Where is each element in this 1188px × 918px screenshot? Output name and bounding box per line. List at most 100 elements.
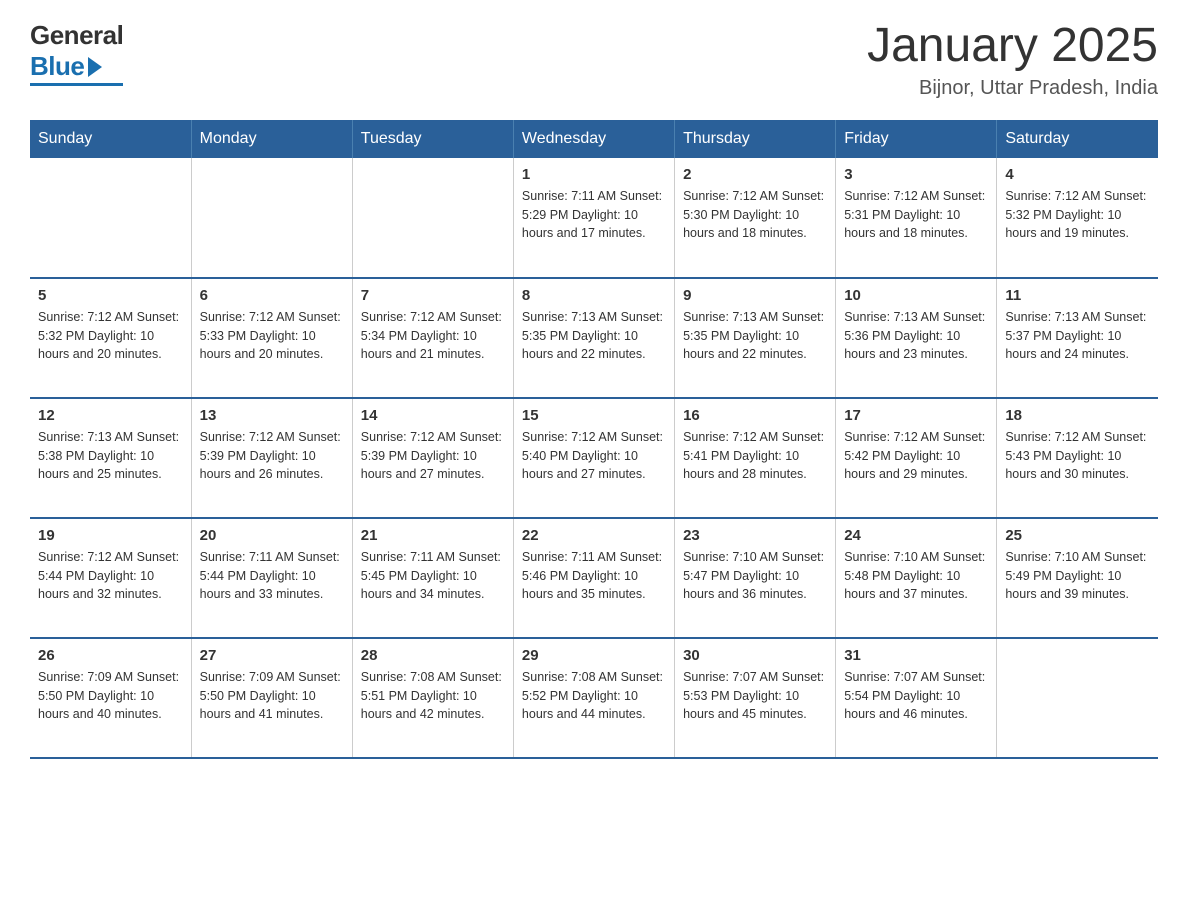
day-info: Sunrise: 7:11 AM Sunset: 5:29 PM Dayligh… xyxy=(522,187,666,243)
calendar-cell xyxy=(352,158,513,278)
logo: General Blue xyxy=(30,20,123,86)
header-sunday: Sunday xyxy=(30,120,191,158)
calendar-cell: 10 Sunrise: 7:13 AM Sunset: 5:36 PM Dayli… xyxy=(836,278,997,398)
day-info: Sunrise: 7:12 AM Sunset: 5:39 PM Dayligh… xyxy=(200,428,344,484)
day-number: 1 xyxy=(522,166,666,183)
calendar-cell: 31 Sunrise: 7:07 AM Sunset: 5:54 PM Dayli… xyxy=(836,638,997,758)
day-info: Sunrise: 7:12 AM Sunset: 5:44 PM Dayligh… xyxy=(38,548,183,604)
calendar-cell: 4 Sunrise: 7:12 AM Sunset: 5:32 PM Daylig… xyxy=(997,158,1158,278)
header-monday: Monday xyxy=(191,120,352,158)
day-number: 3 xyxy=(844,166,988,183)
calendar-cell xyxy=(997,638,1158,758)
day-number: 19 xyxy=(38,527,183,544)
calendar-cell: 18Sunrise: 7:12 AM Sunset: 5:43 PM Dayli… xyxy=(997,398,1158,518)
day-number: 8 xyxy=(522,287,666,304)
calendar-cell: 21 Sunrise: 7:11 AM Sunset: 5:45 PM Dayli… xyxy=(352,518,513,638)
calendar-cell: 9 Sunrise: 7:13 AM Sunset: 5:35 PM Daylig… xyxy=(675,278,836,398)
day-number: 29 xyxy=(522,647,666,664)
day-number: 31 xyxy=(844,647,988,664)
day-number: 16 xyxy=(683,407,827,424)
day-number: 5 xyxy=(38,287,183,304)
day-info: Sunrise: 7:12 AM Sunset: 5:33 PM Dayligh… xyxy=(200,308,344,364)
calendar-week-3: 12 Sunrise: 7:13 AM Sunset: 5:38 PM Dayli… xyxy=(30,398,1158,518)
day-info: Sunrise: 7:12 AM Sunset: 5:32 PM Dayligh… xyxy=(1005,187,1150,243)
day-info: Sunrise: 7:12 AM Sunset: 5:32 PM Dayligh… xyxy=(38,308,183,364)
day-info: Sunrise: 7:07 AM Sunset: 5:53 PM Dayligh… xyxy=(683,668,827,724)
day-number: 20 xyxy=(200,527,344,544)
day-number: 11 xyxy=(1005,287,1150,304)
day-number: 26 xyxy=(38,647,183,664)
logo-blue-text: Blue xyxy=(30,51,84,82)
day-number: 24 xyxy=(844,527,988,544)
day-number: 4 xyxy=(1005,166,1150,183)
header-friday: Friday xyxy=(836,120,997,158)
calendar-cell: 28Sunrise: 7:08 AM Sunset: 5:51 PM Dayli… xyxy=(352,638,513,758)
day-info: Sunrise: 7:11 AM Sunset: 5:45 PM Dayligh… xyxy=(361,548,505,604)
calendar-cell: 27Sunrise: 7:09 AM Sunset: 5:50 PM Dayli… xyxy=(191,638,352,758)
day-number: 12 xyxy=(38,407,183,424)
day-number: 10 xyxy=(844,287,988,304)
header-thursday: Thursday xyxy=(675,120,836,158)
month-title: January 2025 xyxy=(867,20,1158,73)
day-number: 23 xyxy=(683,527,827,544)
day-number: 27 xyxy=(200,647,344,664)
calendar-week-2: 5 Sunrise: 7:12 AM Sunset: 5:32 PM Daylig… xyxy=(30,278,1158,398)
day-number: 2 xyxy=(683,166,827,183)
day-info: Sunrise: 7:13 AM Sunset: 5:38 PM Dayligh… xyxy=(38,428,183,484)
calendar-cell: 8 Sunrise: 7:13 AM Sunset: 5:35 PM Daylig… xyxy=(513,278,674,398)
day-info: Sunrise: 7:08 AM Sunset: 5:52 PM Dayligh… xyxy=(522,668,666,724)
day-info: Sunrise: 7:13 AM Sunset: 5:35 PM Dayligh… xyxy=(522,308,666,364)
calendar-week-1: 1 Sunrise: 7:11 AM Sunset: 5:29 PM Daylig… xyxy=(30,158,1158,278)
day-number: 6 xyxy=(200,287,344,304)
calendar-cell: 30 Sunrise: 7:07 AM Sunset: 5:53 PM Dayli… xyxy=(675,638,836,758)
calendar-cell: 11Sunrise: 7:13 AM Sunset: 5:37 PM Dayli… xyxy=(997,278,1158,398)
day-info: Sunrise: 7:08 AM Sunset: 5:51 PM Dayligh… xyxy=(361,668,505,724)
calendar-cell xyxy=(191,158,352,278)
day-info: Sunrise: 7:11 AM Sunset: 5:44 PM Dayligh… xyxy=(200,548,344,604)
logo-arrow-icon xyxy=(88,57,102,77)
calendar-cell: 16 Sunrise: 7:12 AM Sunset: 5:41 PM Dayli… xyxy=(675,398,836,518)
calendar-cell: 23 Sunrise: 7:10 AM Sunset: 5:47 PM Dayli… xyxy=(675,518,836,638)
page-header: General Blue January 2025 Bijnor, Uttar … xyxy=(30,20,1158,100)
day-info: Sunrise: 7:12 AM Sunset: 5:30 PM Dayligh… xyxy=(683,187,827,243)
day-info: Sunrise: 7:07 AM Sunset: 5:54 PM Dayligh… xyxy=(844,668,988,724)
header-tuesday: Tuesday xyxy=(352,120,513,158)
day-info: Sunrise: 7:12 AM Sunset: 5:42 PM Dayligh… xyxy=(844,428,988,484)
calendar-cell: 2 Sunrise: 7:12 AM Sunset: 5:30 PM Daylig… xyxy=(675,158,836,278)
day-number: 7 xyxy=(361,287,505,304)
day-info: Sunrise: 7:12 AM Sunset: 5:31 PM Dayligh… xyxy=(844,187,988,243)
calendar-cell: 7Sunrise: 7:12 AM Sunset: 5:34 PM Daylig… xyxy=(352,278,513,398)
calendar-cell: 25Sunrise: 7:10 AM Sunset: 5:49 PM Dayli… xyxy=(997,518,1158,638)
day-number: 13 xyxy=(200,407,344,424)
day-info: Sunrise: 7:10 AM Sunset: 5:47 PM Dayligh… xyxy=(683,548,827,604)
calendar-cell: 1 Sunrise: 7:11 AM Sunset: 5:29 PM Daylig… xyxy=(513,158,674,278)
day-number: 9 xyxy=(683,287,827,304)
calendar-cell: 26 Sunrise: 7:09 AM Sunset: 5:50 PM Dayli… xyxy=(30,638,191,758)
calendar-week-4: 19 Sunrise: 7:12 AM Sunset: 5:44 PM Dayli… xyxy=(30,518,1158,638)
calendar-cell: 29 Sunrise: 7:08 AM Sunset: 5:52 PM Dayli… xyxy=(513,638,674,758)
calendar-cell: 15Sunrise: 7:12 AM Sunset: 5:40 PM Dayli… xyxy=(513,398,674,518)
calendar-cell: 5 Sunrise: 7:12 AM Sunset: 5:32 PM Daylig… xyxy=(30,278,191,398)
title-area: January 2025 Bijnor, Uttar Pradesh, Indi… xyxy=(867,20,1158,100)
day-info: Sunrise: 7:13 AM Sunset: 5:35 PM Dayligh… xyxy=(683,308,827,364)
day-number: 21 xyxy=(361,527,505,544)
calendar-cell: 17 Sunrise: 7:12 AM Sunset: 5:42 PM Dayli… xyxy=(836,398,997,518)
calendar-cell: 20 Sunrise: 7:11 AM Sunset: 5:44 PM Dayli… xyxy=(191,518,352,638)
calendar-week-5: 26 Sunrise: 7:09 AM Sunset: 5:50 PM Dayli… xyxy=(30,638,1158,758)
calendar-cell: 19 Sunrise: 7:12 AM Sunset: 5:44 PM Dayli… xyxy=(30,518,191,638)
day-info: Sunrise: 7:13 AM Sunset: 5:36 PM Dayligh… xyxy=(844,308,988,364)
day-number: 30 xyxy=(683,647,827,664)
day-info: Sunrise: 7:12 AM Sunset: 5:41 PM Dayligh… xyxy=(683,428,827,484)
calendar-cell: 22Sunrise: 7:11 AM Sunset: 5:46 PM Dayli… xyxy=(513,518,674,638)
header-saturday: Saturday xyxy=(997,120,1158,158)
calendar-cell: 13 Sunrise: 7:12 AM Sunset: 5:39 PM Dayli… xyxy=(191,398,352,518)
day-info: Sunrise: 7:12 AM Sunset: 5:40 PM Dayligh… xyxy=(522,428,666,484)
day-info: Sunrise: 7:12 AM Sunset: 5:43 PM Dayligh… xyxy=(1005,428,1150,484)
calendar-cell xyxy=(30,158,191,278)
day-info: Sunrise: 7:12 AM Sunset: 5:39 PM Dayligh… xyxy=(361,428,505,484)
day-number: 17 xyxy=(844,407,988,424)
day-info: Sunrise: 7:10 AM Sunset: 5:48 PM Dayligh… xyxy=(844,548,988,604)
header-wednesday: Wednesday xyxy=(513,120,674,158)
day-info: Sunrise: 7:09 AM Sunset: 5:50 PM Dayligh… xyxy=(38,668,183,724)
calendar-cell: 12 Sunrise: 7:13 AM Sunset: 5:38 PM Dayli… xyxy=(30,398,191,518)
